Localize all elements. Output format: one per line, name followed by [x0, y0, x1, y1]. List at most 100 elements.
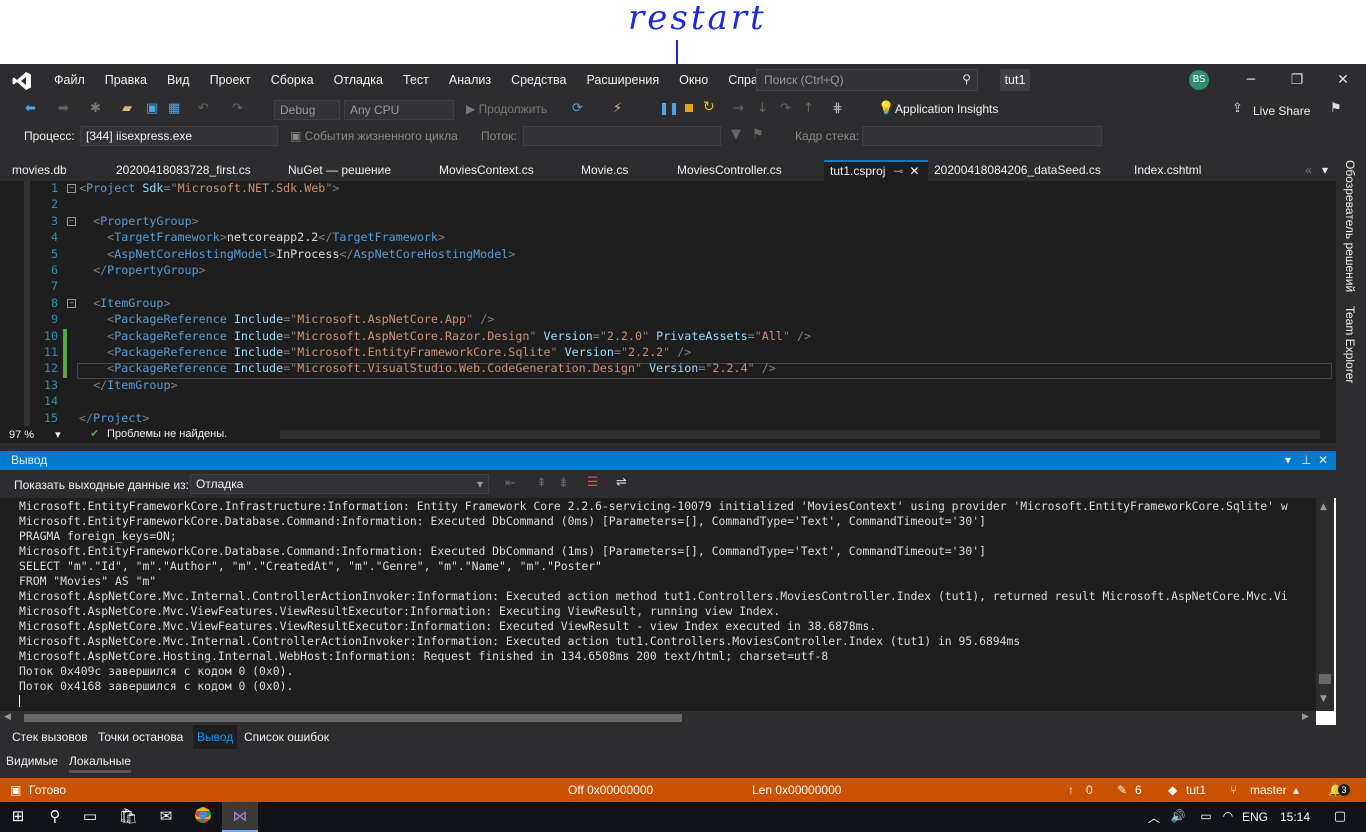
chrome-icon[interactable]	[185, 807, 221, 827]
find-message-icon[interactable]: ⇤	[505, 476, 516, 491]
store-icon[interactable]: 🛍	[110, 807, 146, 825]
tab-data-seed[interactable]: 20200418084206_dataSeed.cs	[934, 160, 1101, 181]
undo-icon[interactable]: ↶	[198, 101, 209, 116]
close-button[interactable]: ✕	[1320, 64, 1366, 97]
code-line[interactable]: 15 </Project>	[0, 411, 1336, 426]
output-vscroll[interactable]: ▲ ▼	[1316, 498, 1334, 711]
step-out-icon[interactable]: ↑	[803, 101, 814, 116]
splitter[interactable]	[0, 443, 1336, 451]
stackframe-select[interactable]	[862, 126, 1102, 146]
code-line[interactable]: 6 </PropertyGroup>	[0, 263, 1336, 279]
wifi-icon[interactable]: ◠	[1210, 809, 1246, 823]
pause-icon[interactable]: ❚❚	[659, 101, 679, 115]
visual-studio-taskbar-icon[interactable]: ⋈	[222, 802, 258, 832]
step-over-icon[interactable]: ↷	[780, 101, 791, 116]
stop-icon[interactable]	[685, 104, 693, 112]
prev-message-icon[interactable]: ⇞	[536, 476, 547, 491]
tabs-dropdown-icon[interactable]: ▾	[1322, 160, 1328, 181]
redo-icon[interactable]: ↷	[232, 101, 243, 116]
language-indicator[interactable]: ENG	[1242, 810, 1268, 824]
fold-toggle-icon[interactable]: −	[67, 298, 76, 308]
tab-close-icon[interactable]: ✕	[909, 164, 919, 178]
feedback-icon[interactable]: ⚑	[1330, 101, 1342, 116]
task-view-icon[interactable]: ▭	[72, 807, 108, 825]
menu-view[interactable]: Вид	[157, 64, 200, 97]
tab-movies-controller[interactable]: MoviesController.cs	[677, 160, 782, 181]
menu-window[interactable]: Окно	[669, 64, 718, 97]
flag-icon[interactable]: ⚑	[752, 127, 764, 142]
tab-movie[interactable]: Movie.cs	[581, 160, 628, 181]
code-line[interactable]: 8− <ItemGroup>	[0, 296, 1336, 312]
lifecycle-events-button[interactable]: ▣ События жизненного цикла	[290, 129, 458, 143]
open-folder-icon[interactable]: ▰	[122, 101, 132, 116]
output-pin-icon[interactable]: ⊥	[1301, 451, 1311, 470]
code-line[interactable]: 7	[0, 279, 1336, 295]
code-line[interactable]: 1− <Project Sdk="Microsoft.NET.Sdk.Web">	[0, 181, 1336, 197]
save-all-icon[interactable]: ▦	[168, 101, 180, 116]
menu-analyze[interactable]: Анализ	[439, 64, 501, 97]
menu-extensions[interactable]: Расширения	[576, 64, 669, 97]
code-line[interactable]: 5 <AspNetCoreHostingModel>InProcess</Asp…	[0, 247, 1336, 263]
tab-locals[interactable]: Локальные	[69, 749, 131, 773]
code-line[interactable]: 12 <PackageReference Include="Microsoft.…	[0, 361, 1336, 379]
hex-icon[interactable]: ⋕	[832, 101, 843, 116]
editor-hscroll[interactable]	[280, 430, 1320, 439]
menu-test[interactable]: Тест	[393, 64, 439, 97]
output-text[interactable]: Microsoft.EntityFrameworkCore.Infrastruc…	[0, 498, 1316, 711]
code-line[interactable]: 10 <PackageReference Include="Microsoft.…	[0, 328, 1336, 346]
word-wrap-icon[interactable]: ⇌	[616, 475, 627, 490]
output-close-icon[interactable]: ✕	[1318, 451, 1328, 470]
search-taskbar-icon[interactable]: ⚲	[37, 807, 73, 825]
avatar[interactable]: BS	[1189, 70, 1209, 90]
team-explorer-tab[interactable]: Team Explorer	[1343, 306, 1357, 383]
status-repo[interactable]: tut1	[1186, 778, 1206, 802]
tab-index[interactable]: Index.cshtml	[1134, 160, 1201, 181]
menu-edit[interactable]: Правка	[95, 64, 157, 97]
fold-toggle-icon[interactable]: −	[67, 216, 76, 226]
app-insights-button[interactable]: Application Insights	[895, 102, 998, 116]
output-dropdown-icon[interactable]: ▾	[1285, 451, 1291, 470]
tab-output[interactable]: Вывод	[193, 725, 238, 749]
clear-all-icon[interactable]: ☰	[587, 475, 599, 490]
output-hscroll[interactable]: ◀ ▶	[0, 711, 1316, 725]
menu-debug[interactable]: Отладка	[324, 64, 393, 97]
tabs-scroll-icon[interactable]: «	[1305, 160, 1312, 181]
code-editor[interactable]: 1− <Project Sdk="Microsoft.NET.Sdk.Web"> 2…	[0, 181, 1336, 426]
search-input[interactable]: Поиск (Ctrl+Q) ⚲	[756, 69, 978, 91]
mail-icon[interactable]: ✉	[148, 807, 184, 825]
push-icon[interactable]: ↑	[1068, 778, 1074, 802]
tab-error-list[interactable]: Список ошибок	[244, 725, 329, 749]
output-vscroll-thumb[interactable]	[1319, 674, 1331, 684]
thread-select[interactable]	[523, 126, 721, 146]
code-line[interactable]: 2	[0, 197, 1336, 213]
platform-select[interactable]: Any CPU	[344, 100, 454, 120]
code-line[interactable]: 13 </ItemGroup>	[0, 378, 1336, 394]
tab-csproj[interactable]: tut1.csproj ⊸ ✕	[824, 160, 928, 181]
status-changes[interactable]: 6	[1135, 778, 1142, 802]
fold-toggle-icon[interactable]: −	[67, 184, 76, 193]
live-share-button[interactable]: Live Share	[1253, 104, 1310, 118]
tab-nuget[interactable]: NuGet — решение	[288, 160, 391, 181]
menu-tools[interactable]: Средства	[501, 64, 576, 97]
lightning-icon[interactable]: ⚡	[613, 101, 622, 116]
zoom-level[interactable]: 97 % ▾	[9, 428, 61, 441]
code-line[interactable]: 3− <PropertyGroup>	[0, 214, 1336, 230]
restart-icon[interactable]: ↻	[703, 99, 715, 115]
menu-file[interactable]: Файл	[44, 64, 95, 97]
filter-icon[interactable]: ▼	[731, 127, 741, 142]
notification-center-icon[interactable]: ▢	[1322, 809, 1358, 824]
save-icon[interactable]: ▣	[146, 101, 158, 116]
pencil-icon[interactable]: ✎	[1117, 778, 1127, 802]
menu-project[interactable]: Проект	[200, 64, 261, 97]
back-icon[interactable]: ⬅	[25, 101, 36, 116]
solution-explorer-tab[interactable]: Обозреватель решений	[1343, 160, 1357, 292]
menu-build[interactable]: Сборка	[261, 64, 324, 97]
tab-movies-db[interactable]: movies.db	[12, 160, 67, 181]
code-line[interactable]: 9 <PackageReference Include="Microsoft.A…	[0, 312, 1336, 328]
tab-first-migration[interactable]: 20200418083728_first.cs	[116, 160, 251, 181]
tab-autos[interactable]: Видимые	[6, 749, 58, 773]
branch-up-icon[interactable]: ▴	[1293, 778, 1299, 802]
show-next-statement-icon[interactable]: →	[733, 101, 744, 116]
tab-call-stack[interactable]: Стек вызовов	[12, 725, 88, 749]
issues-status[interactable]: Проблемы не найдены.	[107, 428, 227, 440]
